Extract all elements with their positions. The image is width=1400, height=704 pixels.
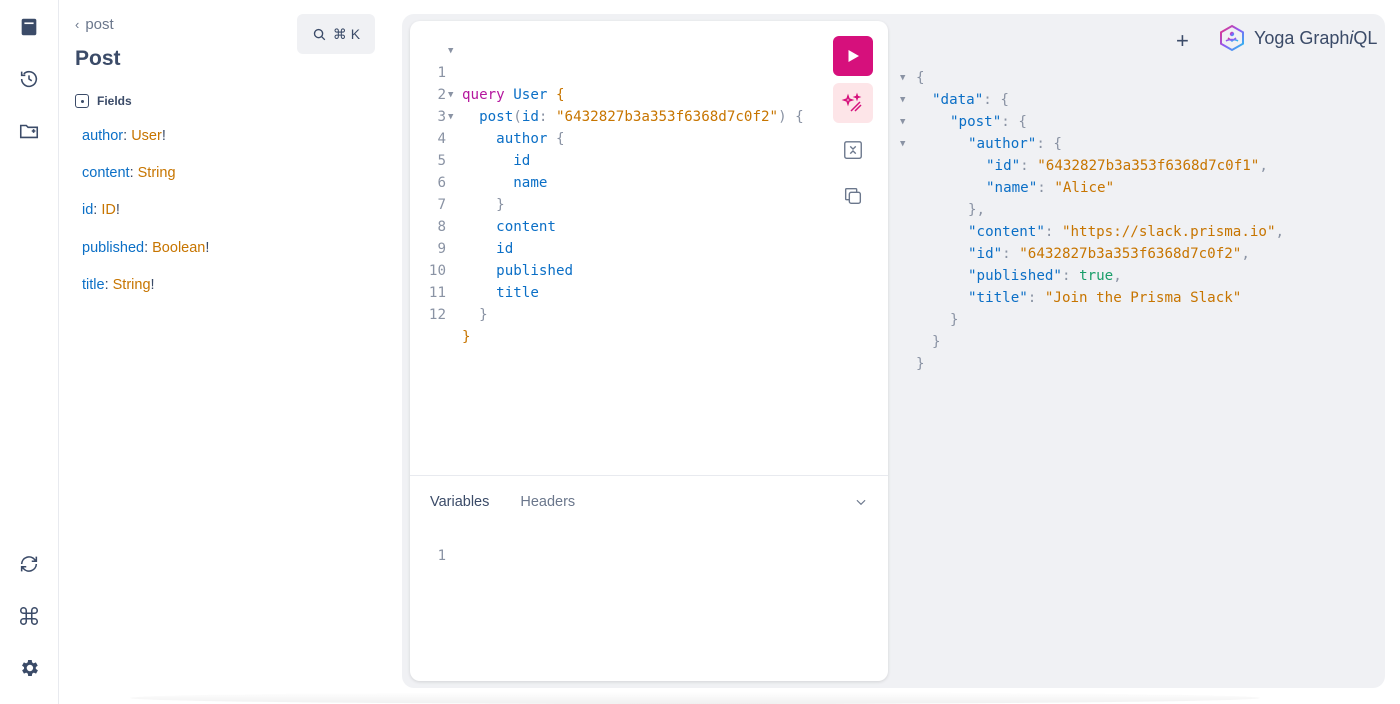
explorer-icon[interactable] <box>17 119 41 143</box>
field-required-mark: ! <box>150 277 155 293</box>
docs-explorer: ‹ post Post ⌘ K Fields author: User! con… <box>60 0 400 704</box>
icon-rail <box>0 0 59 704</box>
settings-icon[interactable] <box>17 656 41 680</box>
fold-arrow-icon[interactable]: ▼ <box>900 111 905 133</box>
field-name[interactable]: content <box>82 165 130 181</box>
magic-wand-icon <box>841 92 862 112</box>
code-line: 9 published <box>437 241 574 279</box>
search-shortcut: ⌘ K <box>332 25 361 42</box>
page-title: Post <box>75 47 121 70</box>
field-name[interactable]: title <box>82 277 105 293</box>
fold-arrow-icon[interactable]: ▼ <box>900 89 905 111</box>
field-id[interactable]: id: ID! <box>82 202 120 218</box>
tab-headers[interactable]: Headers <box>520 494 575 510</box>
field-required-mark: ! <box>115 202 120 218</box>
docs-icon[interactable] <box>17 15 41 39</box>
code-line: 4 id <box>437 131 531 169</box>
editor-tools-tabs: Variables Headers <box>430 494 575 510</box>
field-type[interactable]: String <box>113 277 151 293</box>
result-line: "id": "6432827b3a353f6368d7c0f2", <box>968 246 1250 262</box>
result-line: "published": true, <box>968 268 1122 284</box>
fields-label: Fields <box>97 94 132 108</box>
code-line: 12 } <box>428 307 471 345</box>
yoga-graphiql-logo: Yoga GraphiQL <box>1218 24 1377 52</box>
result-line: } <box>916 356 925 372</box>
fold-arrow-icon[interactable]: ▼ <box>900 67 905 89</box>
code-line: 2 ▼ post(id: "6432827b3a353f6368d7c0f2") … <box>410 62 803 125</box>
result-line: } <box>932 334 941 350</box>
code-line: 8 id <box>437 219 514 257</box>
fold-arrow-icon[interactable]: ▼ <box>900 133 905 155</box>
chevron-down-icon <box>856 499 866 506</box>
field-type[interactable]: ID <box>101 202 116 218</box>
field-published[interactable]: published: Boolean! <box>82 240 209 256</box>
code-line: 7 content <box>437 197 556 235</box>
copy-query-button[interactable] <box>833 176 873 216</box>
code-line: 3 ▼ author { <box>410 84 564 147</box>
code-line: 10 title <box>428 263 539 301</box>
back-link[interactable]: ‹ post <box>75 16 114 33</box>
result-line: "title": "Join the Prisma Slack" <box>968 290 1242 306</box>
merge-fragments-button[interactable] <box>833 130 873 170</box>
field-content[interactable]: content: String <box>82 165 176 181</box>
bottom-shadow <box>130 692 1260 704</box>
tab-variables[interactable]: Variables <box>430 494 489 510</box>
code-line: 11 } <box>428 285 488 323</box>
field-name[interactable]: id <box>82 202 93 218</box>
field-title[interactable]: title: String! <box>82 277 155 293</box>
field-name[interactable]: author <box>82 128 123 144</box>
copy-icon <box>844 187 862 205</box>
fields-icon <box>75 94 89 108</box>
add-tab-button[interactable]: + <box>1176 28 1189 54</box>
code-line: 5 name <box>437 153 548 191</box>
merge-icon <box>844 141 862 159</box>
field-type[interactable]: User <box>131 128 162 144</box>
prettify-button[interactable] <box>833 83 873 123</box>
result-line: } <box>950 312 959 328</box>
logo-text: Yoga GraphiQL <box>1254 27 1378 48</box>
refetch-schema-icon[interactable] <box>17 552 41 576</box>
shortcuts-icon[interactable] <box>17 604 41 628</box>
field-required-mark: ! <box>161 128 166 144</box>
chevron-left-icon: ‹ <box>75 17 80 32</box>
variables-line-number: 1 <box>437 548 446 564</box>
fold-arrow-icon[interactable]: ▼ <box>448 40 453 62</box>
field-name[interactable]: published <box>82 240 144 256</box>
result-line: "content": "https://slack.prisma.io", <box>968 224 1285 240</box>
history-icon[interactable] <box>17 67 41 91</box>
query-editor-card: 1 ▼ query User { 2 ▼ post(id: "6432827b3a3… <box>410 21 888 681</box>
code-line: 6 } <box>437 175 505 213</box>
field-author[interactable]: author: User! <box>82 128 166 144</box>
main-session: 1 ▼ query User { 2 ▼ post(id: "6432827b3a3… <box>402 14 1385 688</box>
collapse-tools-button[interactable] <box>854 495 868 514</box>
search-button[interactable]: ⌘ K <box>297 14 375 54</box>
field-type[interactable]: Boolean <box>152 240 205 256</box>
play-icon <box>848 50 859 62</box>
yoga-logo-icon <box>1220 24 1244 52</box>
result-line: }, <box>968 202 986 218</box>
search-icon <box>313 28 326 40</box>
editor-divider <box>410 475 888 476</box>
field-required-mark: ! <box>205 240 210 256</box>
code-line: 1 ▼ query User { <box>410 40 564 103</box>
result-line: "name": "Alice" <box>986 180 1115 196</box>
result-line: "id": "6432827b3a353f6368d7c0f1", <box>986 158 1268 174</box>
back-label: post <box>85 16 114 33</box>
field-type[interactable]: String <box>138 165 176 181</box>
run-query-button[interactable] <box>833 36 873 76</box>
fields-section-header: Fields <box>75 94 132 108</box>
